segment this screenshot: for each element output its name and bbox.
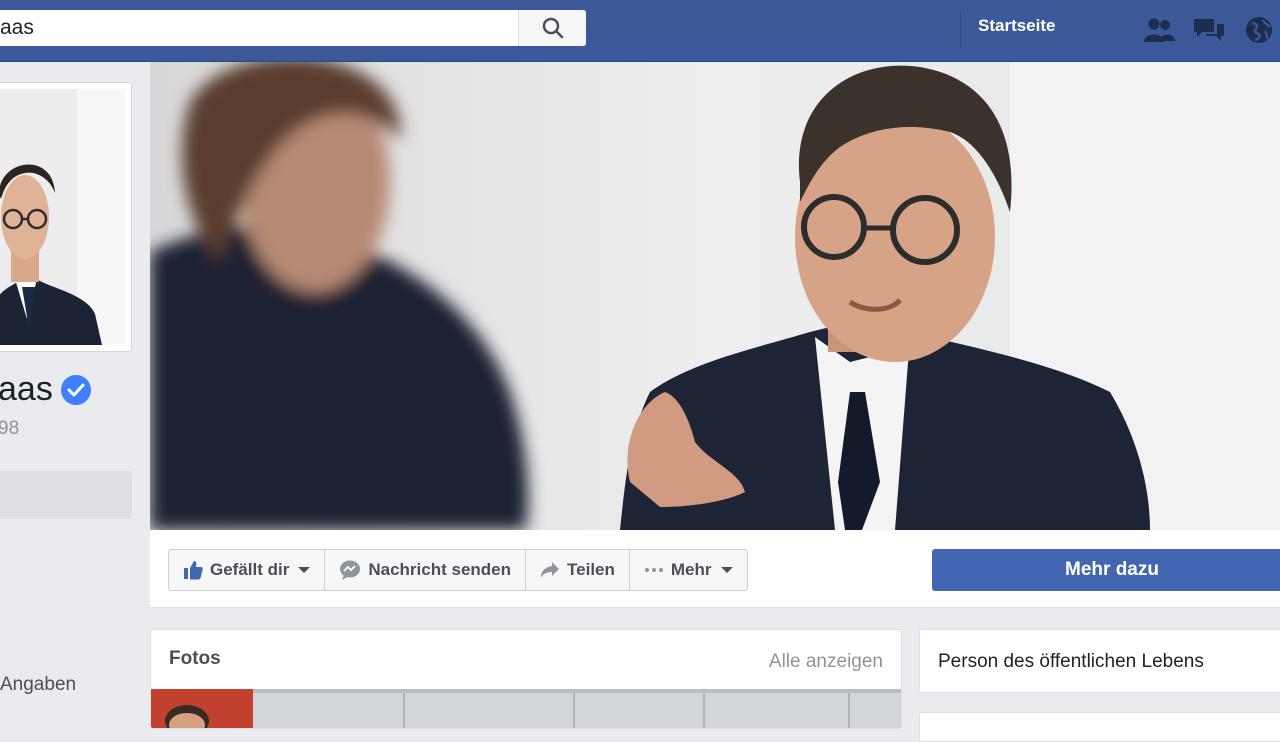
search-input[interactable]	[0, 10, 508, 46]
action-button-group: Gefällt dir Nachricht senden Teilen Mehr	[168, 549, 748, 591]
verified-badge-icon	[60, 374, 91, 405]
send-message-button[interactable]: Nachricht senden	[325, 550, 527, 590]
like-page-button[interactable]: Gefällt dir	[169, 550, 326, 590]
notifications-button[interactable]	[1241, 14, 1277, 46]
messages-button[interactable]	[1191, 14, 1227, 46]
side-card	[919, 712, 1280, 742]
messages-icon	[1194, 19, 1224, 41]
nav-home-link[interactable]: Startseite	[978, 16, 1055, 36]
thumbs-up-icon	[184, 561, 203, 580]
more-button[interactable]: Mehr	[630, 550, 747, 590]
photo-thumbnail[interactable]	[253, 689, 901, 728]
category-card: Person des öffentlichen Lebens	[919, 629, 1280, 693]
more-dots-icon	[644, 568, 663, 572]
page-category[interactable]: Person des öffentlichen Lebens	[938, 651, 1204, 673]
left-nav-item-angaben[interactable]: Angaben	[0, 674, 76, 696]
search-icon	[542, 17, 563, 39]
caret-down-icon	[720, 567, 733, 573]
friend-requests-button[interactable]	[1141, 14, 1177, 46]
message-bubble-icon	[340, 560, 361, 580]
left-column: aas 98 Angaben	[0, 62, 150, 720]
show-all-photos-link[interactable]: Alle anzeigen	[769, 651, 883, 673]
page-handle: 98	[0, 418, 20, 439]
page-action-bar: Gefällt dir Nachricht senden Teilen Mehr	[150, 530, 1280, 608]
profile-picture	[0, 89, 125, 345]
learn-more-button[interactable]: Mehr dazu	[932, 549, 1280, 591]
photos-card: Fotos Alle anzeigen	[150, 629, 902, 729]
share-label: Teilen	[567, 560, 615, 579]
search-box	[0, 10, 586, 46]
photos-title: Fotos	[169, 648, 221, 669]
friends-icon	[1144, 18, 1175, 42]
send-message-label: Nachricht senden	[368, 560, 512, 579]
like-page-label: Gefällt dir	[210, 560, 290, 579]
nav-divider	[960, 12, 961, 48]
left-nav-active-item[interactable]	[0, 471, 132, 519]
caret-down-icon	[298, 567, 311, 573]
page-name: aas	[0, 370, 91, 409]
profile-picture-frame[interactable]	[0, 82, 132, 352]
top-navigation-bar: Startseite	[0, 0, 1280, 62]
photo-thumbnail[interactable]	[151, 689, 253, 728]
more-label: Mehr	[670, 560, 712, 579]
cover-photo[interactable]	[150, 62, 1280, 530]
globe-icon	[1246, 17, 1272, 43]
search-button[interactable]	[518, 10, 586, 46]
page-name-text: aas	[0, 370, 53, 408]
share-button[interactable]: Teilen	[526, 550, 630, 590]
share-arrow-icon	[541, 562, 560, 578]
